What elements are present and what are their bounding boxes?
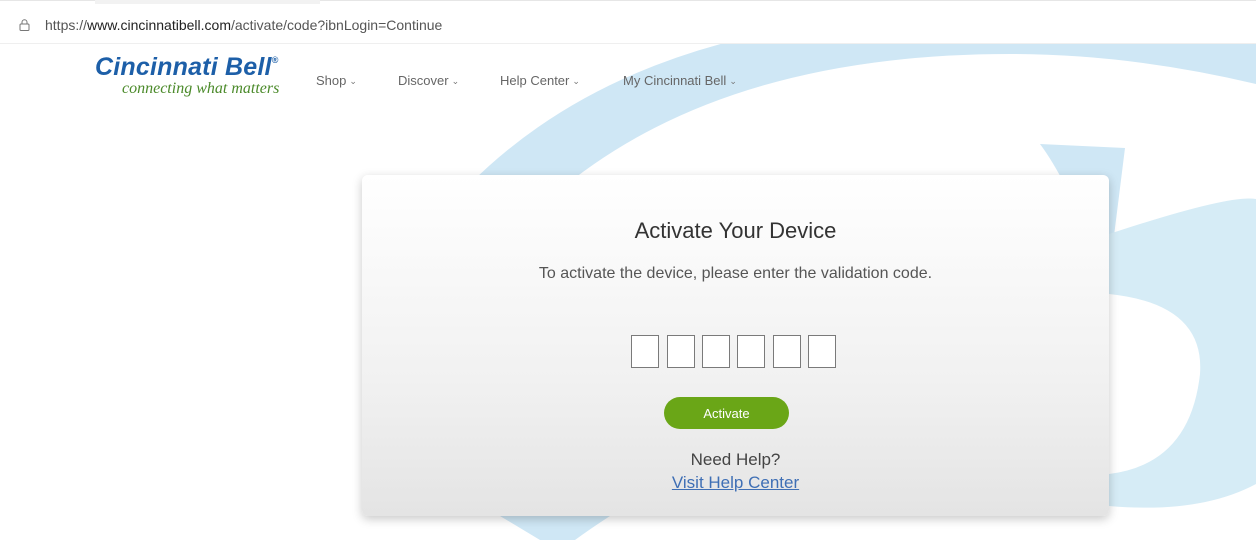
url-path: /activate/code?ibnLogin=Continue (230, 17, 443, 33)
nav-shop[interactable]: Shop ⌄ (316, 73, 357, 88)
bottom-arc (500, 516, 610, 540)
activate-button[interactable]: Activate (664, 397, 789, 429)
chevron-down-icon: ⌄ (451, 76, 460, 86)
logo-tagline: connecting what matters (122, 80, 280, 97)
code-digit-4[interactable] (737, 335, 765, 368)
right-arc (1109, 198, 1256, 508)
activation-card: Activate Your Device To activate the dev… (362, 175, 1109, 516)
cincinnati-bell-logo[interactable]: Cincinnati Bell® connecting what matters (92, 53, 284, 105)
help-link-container: Visit Help Center (362, 473, 1109, 493)
need-help-text: Need Help? (690, 450, 781, 469)
nav-shop-label: Shop (316, 73, 347, 88)
code-digit-2[interactable] (667, 335, 695, 368)
logo-name: Cincinnati Bell (95, 53, 272, 81)
code-digit-5[interactable] (773, 335, 801, 368)
nav-my-cincinnati-bell[interactable]: My Cincinnati Bell ⌄ (623, 73, 737, 88)
top-arc (470, 44, 1256, 194)
nav-help-center-label: Help Center (500, 73, 570, 88)
url-field[interactable]: https://www.cincinnatibell.com/activate/… (45, 17, 442, 33)
chevron-down-icon: ⌄ (572, 76, 580, 86)
logo-wordmark: Cincinnati Bell® (95, 53, 278, 82)
chevron-down-icon: ⌄ (729, 76, 737, 86)
card-subtitle: To activate the device, please enter the… (538, 265, 933, 282)
browser-tab-edge (95, 0, 320, 4)
code-digit-6[interactable] (808, 335, 836, 368)
code-digit-1[interactable] (631, 335, 659, 368)
card-title: Activate Your Device (634, 218, 837, 243)
nav-discover-label: Discover (398, 73, 449, 88)
url-host: www.cincinnatibell.com (87, 17, 231, 33)
nav-my-cincinnati-bell-label: My Cincinnati Bell (623, 73, 727, 88)
lock-icon (19, 19, 30, 31)
visit-help-center-link[interactable]: Visit Help Center (672, 473, 799, 492)
nav-discover[interactable]: Discover ⌄ (398, 73, 459, 88)
code-digit-3[interactable] (702, 335, 730, 368)
url-prefix: https:// (45, 17, 88, 33)
nav-help-center[interactable]: Help Center ⌄ (500, 73, 580, 88)
logo-registered-mark: ® (271, 55, 279, 65)
address-bar: https://www.cincinnatibell.com/activate/… (0, 0, 1256, 44)
chevron-down-icon: ⌄ (349, 76, 357, 86)
